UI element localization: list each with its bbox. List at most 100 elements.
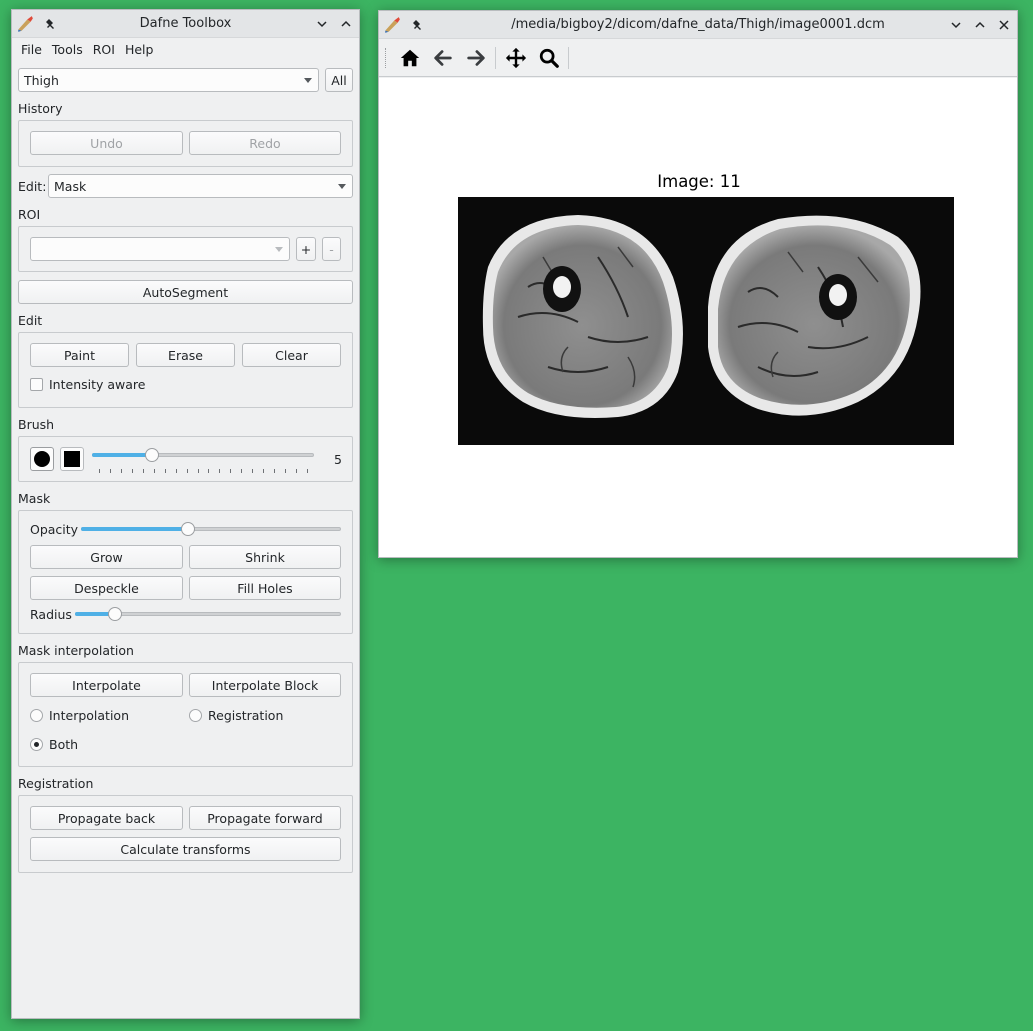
pan-icon[interactable] <box>499 43 532 73</box>
right-thigh <box>708 215 921 416</box>
edit-section-label: Edit <box>18 313 43 328</box>
brush-size-slider[interactable] <box>92 447 314 463</box>
opacity-label: Opacity <box>30 522 79 537</box>
all-button[interactable]: All <box>325 68 353 92</box>
slider-fill <box>81 527 188 531</box>
dataset-select[interactable]: Thigh <box>18 68 319 92</box>
autosegment-button[interactable]: AutoSegment <box>18 280 353 304</box>
propagate-forward-button[interactable]: Propagate forward <box>189 806 341 830</box>
image-canvas[interactable]: Image: 11 <box>379 78 1017 557</box>
radio-circle[interactable] <box>30 738 43 751</box>
viewer-titlebar[interactable]: /media/bigboy2/dicom/dafne_data/Thigh/im… <box>379 11 1017 39</box>
opacity-slider[interactable] <box>81 521 341 537</box>
slider-tick <box>153 469 155 473</box>
back-arrow-icon[interactable] <box>426 43 459 73</box>
chevron-down-icon <box>304 78 312 83</box>
slider-tick <box>296 469 298 473</box>
radio-circle[interactable] <box>189 709 202 722</box>
checkbox-box[interactable] <box>30 378 43 391</box>
slider-tick <box>197 469 199 473</box>
registration-group: Propagate back Propagate forward Calcula… <box>18 795 353 873</box>
radio-registration[interactable]: Registration <box>189 708 283 723</box>
radio-both-label: Both <box>49 737 79 752</box>
menu-help[interactable]: Help <box>120 42 159 57</box>
app-logo-icon <box>383 16 401 34</box>
slider-tick <box>120 469 122 473</box>
intensity-aware-checkbox[interactable]: Intensity aware <box>30 377 145 392</box>
toolbox-titlebar[interactable]: Dafne Toolbox <box>12 10 359 38</box>
radio-interpolation[interactable]: Interpolation <box>30 708 129 723</box>
round-brush-button[interactable] <box>30 447 54 471</box>
pin-icon[interactable] <box>42 15 60 33</box>
edit-mode-label: Edit: <box>18 179 47 194</box>
forward-arrow-icon[interactable] <box>459 43 492 73</box>
interpolate-button[interactable]: Interpolate <box>30 673 183 697</box>
roi-add-button[interactable]: + <box>296 237 316 261</box>
maximize-icon[interactable] <box>971 16 989 34</box>
slider-tick <box>285 469 287 473</box>
mask-interpolation-label: Mask interpolation <box>18 643 134 658</box>
radio-circle[interactable] <box>30 709 43 722</box>
square-brush-button[interactable] <box>60 447 84 471</box>
brush-size-value: 5 <box>334 452 342 467</box>
registration-label: Registration <box>18 776 94 791</box>
slider-handle[interactable] <box>144 448 159 462</box>
circle-brush-icon <box>34 451 50 467</box>
zoom-icon[interactable] <box>532 43 565 73</box>
radius-slider[interactable] <box>75 606 341 622</box>
maximize-icon[interactable] <box>337 15 355 33</box>
menu-file[interactable]: File <box>16 42 47 57</box>
home-icon[interactable] <box>393 43 426 73</box>
slider-tick <box>99 469 100 473</box>
pin-icon[interactable] <box>409 16 427 34</box>
minimize-icon[interactable] <box>313 15 331 33</box>
mri-image[interactable] <box>458 197 954 445</box>
square-brush-icon <box>64 451 80 467</box>
interpolate-block-button[interactable]: Interpolate Block <box>189 673 341 697</box>
radio-registration-label: Registration <box>208 708 284 723</box>
shrink-button[interactable]: Shrink <box>189 545 341 569</box>
fill-holes-button[interactable]: Fill Holes <box>189 576 341 600</box>
slider-tick <box>131 469 133 473</box>
toolbar-separator <box>568 46 569 69</box>
radius-label: Radius <box>30 607 72 622</box>
slider-handle[interactable] <box>107 607 122 621</box>
redo-button[interactable]: Redo <box>189 131 341 155</box>
slider-handle[interactable] <box>180 522 195 536</box>
grow-button[interactable]: Grow <box>30 545 183 569</box>
propagate-back-button[interactable]: Propagate back <box>30 806 183 830</box>
edit-mode-select[interactable]: Mask <box>48 174 353 198</box>
toolbar-grip <box>385 47 387 68</box>
clear-button[interactable]: Clear <box>242 343 341 367</box>
brush-group: 5 <box>18 436 353 482</box>
roi-remove-button[interactable]: - <box>322 237 341 261</box>
erase-button[interactable]: Erase <box>136 343 235 367</box>
radio-both[interactable]: Both <box>30 737 78 752</box>
calculate-transforms-button[interactable]: Calculate transforms <box>30 837 341 861</box>
chevron-down-icon <box>338 184 346 189</box>
menu-roi[interactable]: ROI <box>88 42 120 57</box>
mask-group: Opacity Grow Shrink Despeckle Fill Holes… <box>18 510 353 634</box>
slider-tick <box>175 469 177 473</box>
history-group: Undo Redo <box>18 120 353 167</box>
dataset-select-value: Thigh <box>24 72 59 88</box>
despeckle-button[interactable]: Despeckle <box>30 576 183 600</box>
slider-tick <box>208 469 210 473</box>
minimize-icon[interactable] <box>947 16 965 34</box>
edit-mode-value: Mask <box>54 178 87 194</box>
slider-tick <box>186 469 188 473</box>
menu-tools[interactable]: Tools <box>47 42 88 57</box>
undo-button[interactable]: Undo <box>30 131 183 155</box>
slider-tick <box>241 469 243 473</box>
slider-tick <box>263 469 265 473</box>
toolbar-separator <box>495 46 496 69</box>
slider-tick <box>109 469 111 473</box>
mask-label: Mask <box>18 491 51 506</box>
roi-select[interactable] <box>30 237 290 261</box>
viewer-window: /media/bigboy2/dicom/dafne_data/Thigh/im… <box>378 10 1018 558</box>
close-icon[interactable] <box>995 16 1013 34</box>
toolbox-window: Dafne Toolbox File Tools ROI Help Thigh … <box>11 9 360 1019</box>
brush-slider-ticks <box>99 469 308 475</box>
viewer-title: /media/bigboy2/dicom/dafne_data/Thigh/im… <box>511 17 885 32</box>
paint-button[interactable]: Paint <box>30 343 129 367</box>
